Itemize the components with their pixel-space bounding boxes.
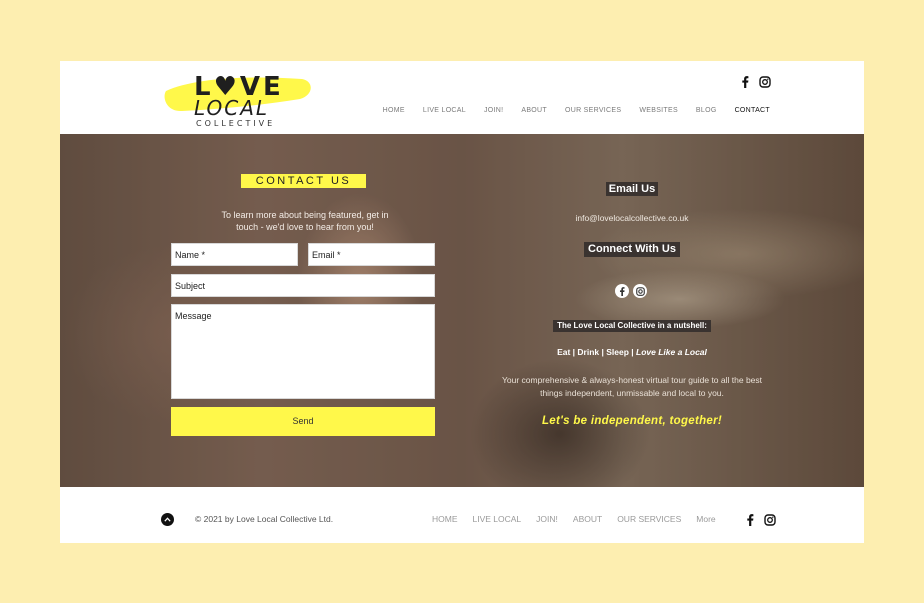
nav-item-websites[interactable]: WEBSITES bbox=[639, 107, 678, 114]
facebook-icon[interactable] bbox=[615, 284, 629, 298]
footer-nav-home[interactable]: HOME bbox=[432, 514, 458, 525]
nav-item-join[interactable]: JOIN! bbox=[484, 107, 503, 114]
email-input[interactable]: Email * bbox=[308, 243, 435, 266]
footer-nav: HOME LIVE LOCAL JOIN! ABOUT OUR SERVICES… bbox=[432, 514, 716, 525]
name-input[interactable]: Name * bbox=[171, 243, 298, 266]
contact-intro-text: To learn more about being featured, get … bbox=[221, 210, 389, 232]
tagline-italic: Love Like a Local bbox=[636, 347, 707, 357]
hero-social-links bbox=[615, 284, 647, 298]
message-textarea[interactable]: Message bbox=[171, 304, 435, 399]
subject-input[interactable]: Subject bbox=[171, 274, 435, 297]
header-social-links bbox=[738, 75, 772, 89]
instagram-icon[interactable] bbox=[633, 284, 647, 298]
instagram-icon[interactable] bbox=[758, 75, 772, 89]
footer-nav-about[interactable]: ABOUT bbox=[573, 514, 602, 525]
back-to-top-button[interactable] bbox=[161, 513, 174, 526]
nutshell-heading: The Love Local Collective in a nutshell: bbox=[553, 320, 711, 332]
slogan: Let's be independent, together! bbox=[541, 415, 723, 427]
nav-item-about[interactable]: ABOUT bbox=[521, 107, 547, 114]
email-address-link[interactable]: info@lovelocalcollective.co.uk bbox=[540, 213, 724, 224]
nav-item-contact[interactable]: CONTACT bbox=[735, 107, 770, 114]
footer-nav-our-services[interactable]: OUR SERVICES bbox=[617, 514, 681, 525]
logo-local-text: LOCAL bbox=[194, 96, 270, 120]
nav-item-blog[interactable]: BLOG bbox=[696, 107, 717, 114]
site-header: L♥VE LOCAL COLLECTIVE HOME LIVE LOCAL JO… bbox=[60, 61, 864, 134]
page-frame: L♥VE LOCAL COLLECTIVE HOME LIVE LOCAL JO… bbox=[60, 61, 864, 543]
copyright-text: © 2021 by Love Local Collective Ltd. bbox=[195, 514, 334, 524]
connect-with-us-heading: Connect With Us bbox=[584, 242, 680, 257]
main-nav: HOME LIVE LOCAL JOIN! ABOUT OUR SERVICES… bbox=[383, 107, 770, 114]
site-footer: © 2021 by Love Local Collective Ltd. HOM… bbox=[60, 487, 864, 543]
collective-description: Your comprehensive & always-honest virtu… bbox=[501, 375, 763, 398]
send-button[interactable]: Send bbox=[171, 407, 435, 436]
footer-nav-join[interactable]: JOIN! bbox=[536, 514, 558, 525]
contact-hero-section: CONTACT US To learn more about being fea… bbox=[60, 134, 864, 487]
footer-nav-live-local[interactable]: LIVE LOCAL bbox=[473, 514, 522, 525]
logo-collective-text: COLLECTIVE bbox=[196, 119, 276, 128]
tagline-plain: Eat | Drink | Sleep | bbox=[557, 347, 637, 357]
nav-item-live-local[interactable]: LIVE LOCAL bbox=[423, 107, 466, 114]
contact-title: CONTACT US bbox=[241, 174, 366, 188]
footer-social-links bbox=[743, 513, 777, 527]
tagline: Eat | Drink | Sleep | Love Like a Local bbox=[520, 347, 744, 358]
facebook-icon[interactable] bbox=[743, 513, 757, 527]
site-logo[interactable]: L♥VE LOCAL COLLECTIVE bbox=[162, 69, 314, 128]
email-us-heading: Email Us bbox=[606, 182, 658, 196]
facebook-icon[interactable] bbox=[738, 75, 752, 89]
nav-item-our-services[interactable]: OUR SERVICES bbox=[565, 107, 621, 114]
footer-nav-more[interactable]: More bbox=[696, 514, 715, 525]
chevron-up-icon bbox=[164, 517, 171, 522]
nav-item-home[interactable]: HOME bbox=[383, 107, 405, 114]
instagram-icon[interactable] bbox=[763, 513, 777, 527]
